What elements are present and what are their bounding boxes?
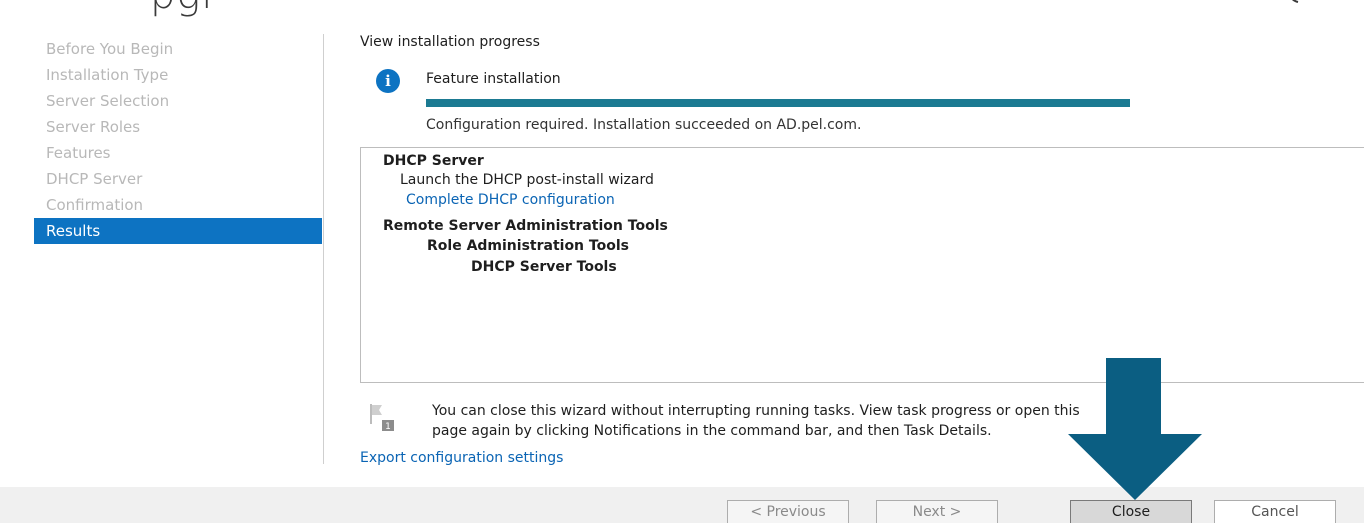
result-rsat: Remote Server Administration Tools — [383, 218, 668, 234]
section-heading: View installation progress — [360, 34, 540, 50]
page-title: pgi — [150, 0, 214, 18]
title-fragment-glyph — [1292, 0, 1299, 3]
nav-item-confirmation[interactable]: Confirmation — [34, 192, 322, 218]
nav-item-server-roles[interactable]: Server Roles — [34, 114, 322, 140]
annotation-arrow-icon — [1068, 358, 1202, 500]
installation-progress-bar — [426, 99, 1130, 107]
notification-badge-count: 1 — [385, 422, 391, 432]
next-button[interactable]: Next > — [876, 500, 998, 523]
complete-dhcp-configuration-link[interactable]: Complete DHCP configuration — [406, 192, 615, 208]
result-dhcp-server: DHCP Server — [383, 153, 484, 169]
installation-status-text: Configuration required. Installation suc… — [426, 117, 862, 133]
nav-item-dhcp-server[interactable]: DHCP Server — [34, 166, 322, 192]
wizard-steps-nav: Before You Begin Installation Type Serve… — [34, 36, 322, 244]
feature-installation-title: Feature installation — [426, 71, 561, 87]
info-icon: i — [376, 69, 400, 93]
sidebar-divider — [323, 34, 324, 464]
result-dhcp-server-tools: DHCP Server Tools — [471, 259, 617, 275]
close-button[interactable]: Close — [1070, 500, 1192, 523]
cancel-button[interactable]: Cancel — [1214, 500, 1336, 523]
nav-item-before-you-begin[interactable]: Before You Begin — [34, 36, 322, 62]
wizard-page: pgi Before You Begin Installation Type S… — [0, 0, 1364, 523]
nav-item-results[interactable]: Results — [34, 218, 322, 244]
result-role-admin-tools: Role Administration Tools — [427, 238, 629, 254]
export-configuration-link[interactable]: Export configuration settings — [360, 450, 563, 466]
nav-item-installation-type[interactable]: Installation Type — [34, 62, 322, 88]
notification-flag-icon: 1 — [370, 404, 394, 432]
nav-item-features[interactable]: Features — [34, 140, 322, 166]
progress-fill — [426, 99, 1130, 107]
previous-button[interactable]: < Previous — [727, 500, 849, 523]
nav-item-server-selection[interactable]: Server Selection — [34, 88, 322, 114]
result-launch-wizard-text: Launch the DHCP post-install wizard — [400, 172, 654, 188]
